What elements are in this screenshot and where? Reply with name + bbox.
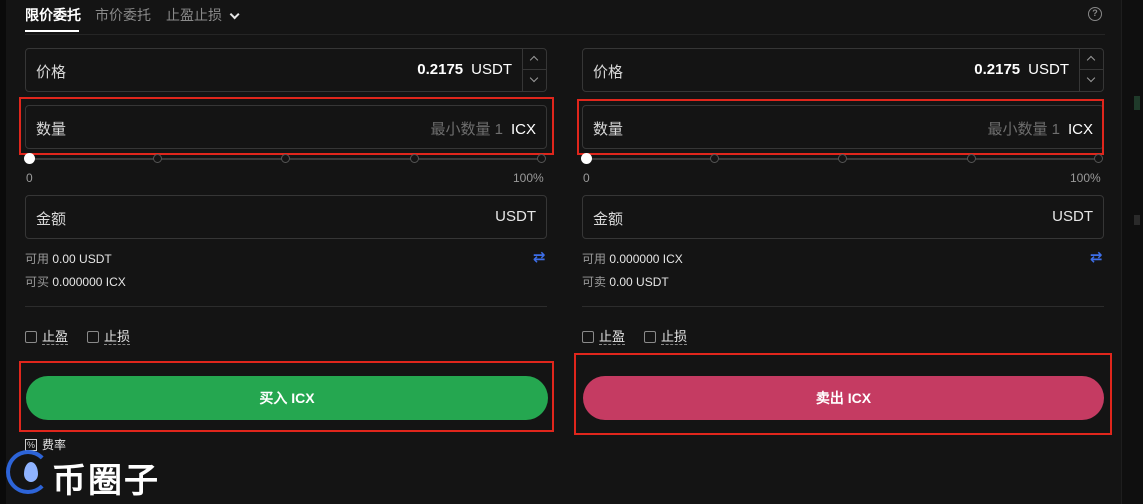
sell-price-value-group: 0.2175 USDT xyxy=(974,61,1069,78)
trade-panel: 限价委托 市价委托 止盈止损 ? 价格 0.2175 USDT 数量 最小数量 1… xyxy=(0,0,1143,504)
sell-total-unit: USDT xyxy=(1052,208,1093,225)
sell-total-label: 金额 xyxy=(593,211,624,228)
checkbox-icon[interactable] xyxy=(87,331,99,343)
sell-slider-dot-25[interactable] xyxy=(710,154,719,163)
sell-price-stepper[interactable] xyxy=(1079,49,1103,91)
sell-total-input[interactable]: 金额 USDT xyxy=(582,195,1104,239)
buy-price-value-group: 0.2175 USDT xyxy=(417,61,512,78)
sell-can-sell-value: 0.00 USDT xyxy=(609,275,669,289)
swap-arrows-icon[interactable]: ⇄ xyxy=(533,248,546,266)
buy-total-label: 金额 xyxy=(36,211,67,228)
highlight-box xyxy=(574,353,1112,435)
highlight-box xyxy=(577,99,1104,155)
buy-available-value: 0.00 USDT xyxy=(52,252,112,266)
buy-available: 可用 0.00 USDT xyxy=(25,250,112,267)
chevron-down-icon[interactable] xyxy=(1080,70,1103,91)
sell-slider-min: 0 xyxy=(583,171,590,185)
sell-slider-dot-100[interactable] xyxy=(1094,154,1103,163)
buy-slider-dot-50[interactable] xyxy=(281,154,290,163)
logo-drop-icon xyxy=(24,462,38,482)
sell-divider xyxy=(582,306,1104,307)
sell-price-input[interactable]: 价格 0.2175 USDT xyxy=(582,48,1104,92)
active-tab-indicator xyxy=(25,30,79,32)
buy-price-stepper[interactable] xyxy=(522,49,546,91)
tabs-divider xyxy=(25,34,1105,35)
buy-slider-handle[interactable] xyxy=(24,153,35,164)
tab-stop-order[interactable]: 止盈止损 xyxy=(166,5,240,25)
tab-limit-order[interactable]: 限价委托 xyxy=(25,5,81,25)
buy-take-profit-label: 止盈 xyxy=(42,329,69,345)
buy-slider-max: 100% xyxy=(513,171,544,185)
buy-can-buy-label: 可买 xyxy=(25,275,50,289)
tab-stop-order-label: 止盈止损 xyxy=(166,7,222,23)
edge-marker xyxy=(1134,96,1140,110)
watermark-logo: 币圈子 xyxy=(6,448,166,501)
chevron-down-icon xyxy=(229,9,240,20)
buy-total-input[interactable]: 金额 USDT xyxy=(25,195,547,239)
sell-price-unit: USDT xyxy=(1028,61,1069,78)
tab-market-order[interactable]: 市价委托 xyxy=(95,5,151,25)
sell-take-profit-label: 止盈 xyxy=(599,329,626,345)
sell-take-profit-checkbox[interactable]: 止盈 xyxy=(582,329,626,345)
buy-price-unit: USDT xyxy=(471,61,512,78)
buy-slider-dot-100[interactable] xyxy=(537,154,546,163)
sell-can-sell: 可卖 0.00 USDT xyxy=(582,273,669,290)
chevron-up-icon[interactable] xyxy=(523,49,546,70)
buy-price-value: 0.2175 xyxy=(417,61,464,78)
sell-price-value: 0.2175 xyxy=(974,61,1021,78)
sell-stop-loss-checkbox[interactable]: 止损 xyxy=(644,329,688,345)
sell-available-value: 0.000000 ICX xyxy=(609,252,683,266)
edge-marker xyxy=(1134,215,1140,225)
buy-can-buy-value: 0.000000 ICX xyxy=(52,275,126,289)
chevron-down-icon[interactable] xyxy=(523,70,546,91)
sell-available: 可用 0.000000 ICX xyxy=(582,250,683,267)
sell-slider-handle[interactable] xyxy=(581,153,592,164)
sell-slider-dot-50[interactable] xyxy=(838,154,847,163)
checkbox-icon[interactable] xyxy=(582,331,594,343)
swap-arrows-icon[interactable]: ⇄ xyxy=(1090,248,1103,266)
buy-slider-dot-25[interactable] xyxy=(153,154,162,163)
sell-stop-loss-label: 止损 xyxy=(661,329,688,345)
checkbox-icon[interactable] xyxy=(644,331,656,343)
buy-available-label: 可用 xyxy=(25,252,50,266)
right-edge xyxy=(1121,0,1143,504)
buy-price-input[interactable]: 价格 0.2175 USDT xyxy=(25,48,547,92)
buy-price-label: 价格 xyxy=(36,64,67,81)
buy-stop-loss-checkbox[interactable]: 止损 xyxy=(87,329,131,345)
left-edge xyxy=(0,0,6,504)
buy-can-buy: 可买 0.000000 ICX xyxy=(25,273,126,290)
highlight-box xyxy=(19,97,554,155)
sell-slider-max: 100% xyxy=(1070,171,1101,185)
sell-available-label: 可用 xyxy=(582,252,607,266)
sell-can-sell-label: 可卖 xyxy=(582,275,607,289)
question-circle-icon[interactable]: ? xyxy=(1088,7,1102,21)
buy-slider-min: 0 xyxy=(26,171,33,185)
watermark-text: 币圈子 xyxy=(52,461,160,501)
chevron-up-icon[interactable] xyxy=(1080,49,1103,70)
buy-slider-dot-75[interactable] xyxy=(410,154,419,163)
buy-take-profit-checkbox[interactable]: 止盈 xyxy=(25,329,69,345)
buy-divider xyxy=(25,306,547,307)
highlight-box xyxy=(19,361,554,432)
buy-total-unit: USDT xyxy=(495,208,536,225)
sell-price-label: 价格 xyxy=(593,64,624,81)
buy-stop-loss-label: 止损 xyxy=(104,329,131,345)
checkbox-icon[interactable] xyxy=(25,331,37,343)
sell-slider-dot-75[interactable] xyxy=(967,154,976,163)
